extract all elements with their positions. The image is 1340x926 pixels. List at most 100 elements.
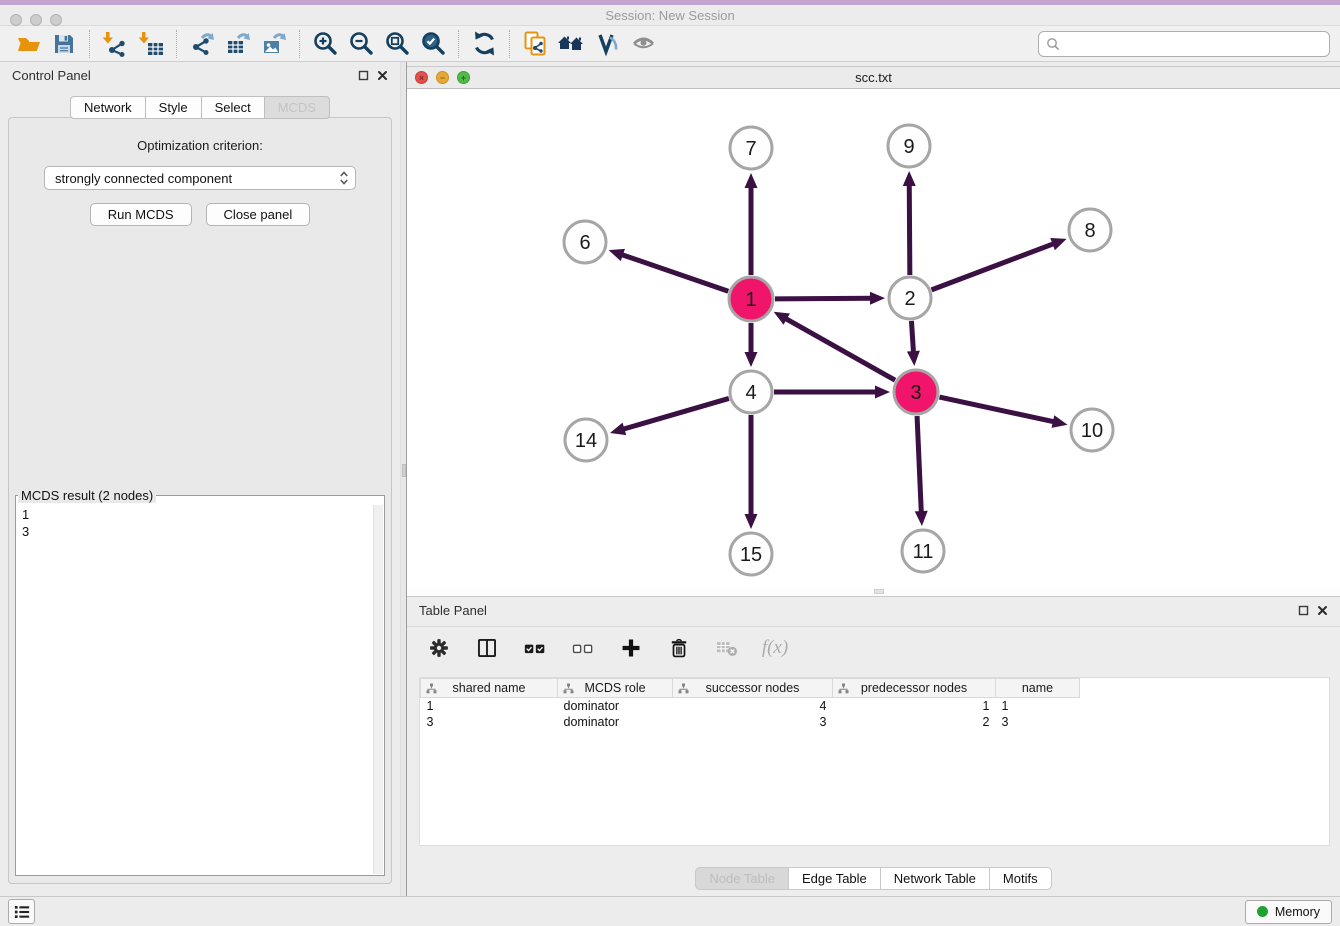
search-input[interactable] [1065, 36, 1322, 51]
edge-3-1[interactable] [785, 318, 895, 380]
zoom-fit-button[interactable] [379, 28, 415, 60]
tab-network[interactable]: Network [70, 96, 146, 119]
table-cell[interactable]: 2 [833, 714, 996, 730]
edge-1-2[interactable] [775, 298, 872, 299]
column-header-successor-nodes[interactable]: successor nodes [673, 679, 833, 698]
table-row[interactable]: 3dominator323 [421, 714, 1080, 730]
table-settings-button[interactable] [425, 634, 453, 662]
edge-arrowhead [609, 249, 625, 261]
tab-select[interactable]: Select [202, 96, 265, 119]
tab-network-table[interactable]: Network Table [881, 867, 990, 890]
deselect-all-button[interactable] [569, 634, 597, 662]
mcds-panel: Optimization criterion: strongly connect… [8, 117, 392, 884]
first-neighbors-button[interactable] [553, 28, 589, 60]
apply-layout-button[interactable] [466, 28, 502, 60]
tab-motifs[interactable]: Motifs [990, 867, 1052, 890]
table-cell[interactable]: dominator [558, 698, 673, 714]
edge-3-10[interactable] [939, 397, 1054, 422]
edge-1-6[interactable] [621, 254, 728, 291]
table-cell[interactable]: 1 [833, 698, 996, 714]
tab-style[interactable]: Style [146, 96, 202, 119]
export-table-button[interactable] [220, 28, 256, 60]
network-window-titlebar: × − + scc.txt [407, 67, 1340, 89]
table-cell[interactable]: 3 [996, 714, 1080, 730]
table-cell[interactable]: 1 [996, 698, 1080, 714]
zoom-out-button[interactable] [343, 28, 379, 60]
import-table-button[interactable] [133, 28, 169, 60]
hide-selected-button[interactable] [625, 28, 661, 60]
edge-2-9[interactable] [909, 184, 910, 275]
node-2[interactable]: 2 [889, 277, 931, 319]
edge-4-14[interactable] [622, 398, 728, 429]
tab-edge-table[interactable]: Edge Table [789, 867, 881, 890]
node-4[interactable]: 4 [730, 371, 772, 413]
import-table-icon [138, 30, 165, 57]
delete-table-icon [715, 638, 739, 658]
node-7[interactable]: 7 [730, 127, 772, 169]
edge-3-11[interactable] [917, 416, 921, 513]
column-header-name[interactable]: name [996, 679, 1080, 698]
fx-icon: f(x) [762, 637, 788, 659]
table-cell[interactable]: dominator [558, 714, 673, 730]
save-session-button[interactable] [46, 28, 82, 60]
select-all-button[interactable] [521, 634, 549, 662]
node-15[interactable]: 15 [730, 533, 772, 575]
horizontal-splitter[interactable] [407, 588, 1340, 596]
node-9[interactable]: 9 [888, 125, 930, 167]
edge-2-8[interactable] [932, 243, 1055, 289]
export-network-button[interactable] [184, 28, 220, 60]
zoom-selected-button[interactable] [415, 28, 451, 60]
node-8[interactable]: 8 [1069, 209, 1111, 251]
column-header-shared-name[interactable]: shared name [421, 679, 558, 698]
column-header-predecessor-nodes[interactable]: predecessor nodes [833, 679, 996, 698]
task-history-button[interactable] [8, 899, 35, 924]
table-cell[interactable]: 1 [421, 698, 558, 714]
plus-icon [620, 637, 642, 659]
node-6[interactable]: 6 [564, 221, 606, 263]
node-3[interactable]: 3 [894, 370, 938, 414]
delete-row-button[interactable] [665, 634, 693, 662]
node-label: 9 [903, 136, 914, 158]
edge-2-3[interactable] [911, 321, 913, 353]
mcds-result-box: MCDS result (2 nodes) 13 [15, 488, 385, 876]
export-image-button[interactable] [256, 28, 292, 60]
result-scrollbar[interactable] [373, 505, 383, 874]
vertical-splitter[interactable] [400, 62, 407, 896]
table-cell[interactable]: 3 [673, 714, 833, 730]
node-10[interactable]: 10 [1071, 409, 1113, 451]
table-row[interactable]: 1dominator411 [421, 698, 1080, 714]
show-columns-button[interactable] [473, 634, 501, 662]
function-builder-button[interactable]: f(x) [761, 634, 789, 662]
tab-mcds[interactable]: MCDS [265, 96, 330, 119]
close-panel-button[interactable]: Close panel [206, 203, 311, 226]
zoom-in-button[interactable] [307, 28, 343, 60]
table-cell[interactable]: 3 [421, 714, 558, 730]
float-panel-icon[interactable] [1298, 605, 1309, 616]
app-window: Session: New Session [0, 0, 1340, 926]
mcds-result-list[interactable]: 13 [17, 505, 372, 874]
new-network-from-selection-button[interactable] [517, 28, 553, 60]
criterion-select[interactable]: strongly connected component [44, 166, 356, 190]
network-canvas[interactable]: 7 9 6 8 1 2 4 3 14 10 15 11 [407, 90, 1340, 589]
open-session-button[interactable] [10, 28, 46, 60]
node-table-grid: shared nameMCDS rolesuccessor nodesprede… [420, 678, 1080, 730]
node-11[interactable]: 11 [902, 530, 944, 572]
table-cell[interactable]: 4 [673, 698, 833, 714]
node-1[interactable]: 1 [729, 277, 773, 321]
splitter-grip[interactable] [402, 464, 406, 477]
tab-node-table[interactable]: Node Table [695, 867, 789, 890]
close-panel-icon[interactable] [377, 70, 388, 81]
node-14[interactable]: 14 [565, 419, 607, 461]
vizmapper-button[interactable] [589, 28, 625, 60]
close-panel-icon[interactable] [1317, 605, 1328, 616]
memory-button[interactable]: Memory [1245, 900, 1332, 924]
column-header-mcds-role[interactable]: MCDS role [558, 679, 673, 698]
import-network-button[interactable] [97, 28, 133, 60]
add-row-button[interactable] [617, 634, 645, 662]
float-panel-icon[interactable] [358, 70, 369, 81]
splitter-grip[interactable] [874, 589, 884, 594]
delete-table-button[interactable] [713, 634, 741, 662]
zoom-in-icon [312, 30, 339, 57]
run-mcds-button[interactable]: Run MCDS [90, 203, 192, 226]
table-tabs: Node TableEdge TableNetwork TableMotifs [407, 867, 1340, 890]
